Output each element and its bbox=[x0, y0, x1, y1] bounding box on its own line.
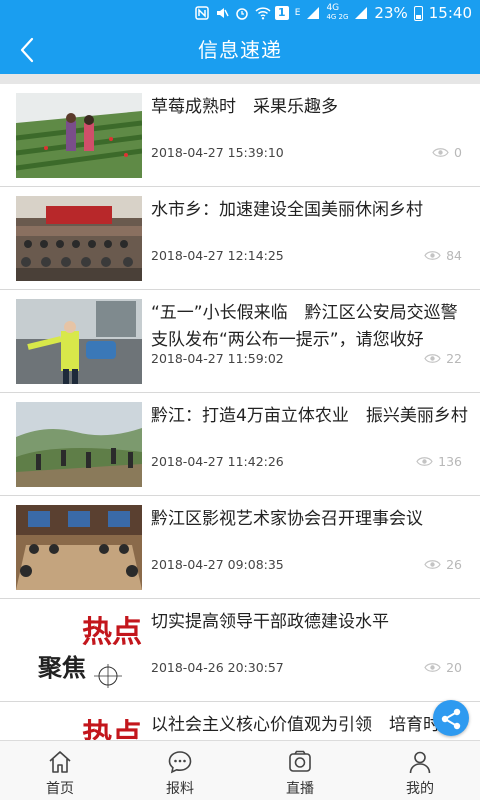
signal-icon-2 bbox=[354, 6, 368, 20]
news-view-count: 136 bbox=[438, 454, 462, 469]
news-time: 2018-04-27 12:14:25 bbox=[151, 248, 284, 263]
edge-indicator: E bbox=[294, 7, 301, 18]
hotspot-logo: 热点 bbox=[82, 718, 142, 740]
eye-icon bbox=[424, 354, 441, 363]
news-title[interactable]: 黔江：打造4万亩立体农业 振兴美丽乡村 bbox=[151, 403, 469, 430]
news-views: 84 bbox=[424, 248, 462, 263]
news-views: 26 bbox=[424, 557, 462, 572]
news-thumbnail bbox=[16, 93, 142, 178]
nav-label: 首页 bbox=[46, 781, 74, 797]
eye-icon bbox=[416, 457, 433, 466]
nav-live[interactable]: 直播 bbox=[240, 741, 360, 800]
svg-text:热点: 热点 bbox=[82, 615, 142, 650]
news-thumbnail-logo: 热点 聚焦 bbox=[16, 608, 142, 693]
user-icon bbox=[409, 751, 431, 774]
news-view-count: 84 bbox=[446, 248, 462, 263]
nav-profile[interactable]: 我的 bbox=[360, 741, 480, 800]
news-title[interactable]: 黔江区影视艺术家协会召开理事会议 bbox=[151, 506, 469, 533]
network-type-top: 4G bbox=[326, 3, 340, 13]
news-views: 22 bbox=[424, 351, 462, 366]
news-view-count: 22 bbox=[446, 351, 462, 366]
news-title[interactable]: 切实提高领导干部政德建设水平 bbox=[151, 609, 469, 636]
wifi-icon bbox=[255, 6, 271, 20]
news-thumbnail-logo: 热点 bbox=[16, 711, 142, 740]
news-list[interactable]: 草莓成熟时 采果乐趣多 2018-04-27 15:39:10 0 水市乡：加速… bbox=[0, 84, 480, 740]
news-title[interactable]: 草莓成熟时 采果乐趣多 bbox=[151, 94, 469, 121]
news-item[interactable]: 黔江区影视艺术家协会召开理事会议 2018-04-27 09:08:35 26 bbox=[0, 496, 480, 599]
news-view-count: 26 bbox=[446, 557, 462, 572]
svg-text:聚焦: 聚焦 bbox=[37, 653, 86, 682]
eye-icon bbox=[432, 148, 449, 157]
news-time: 2018-04-26 20:30:57 bbox=[151, 660, 284, 675]
nav-report[interactable]: 报料 bbox=[120, 741, 240, 800]
news-item[interactable]: 热点 聚焦 切实提高领导干部政德建设水平 2018-04-26 20:30:57… bbox=[0, 599, 480, 702]
news-time: 2018-04-27 11:59:02 bbox=[151, 351, 284, 366]
alarm-icon bbox=[235, 6, 249, 20]
page-title: 信息速递 bbox=[198, 38, 282, 62]
news-thumbnail bbox=[16, 402, 142, 487]
battery-percent: 23% bbox=[374, 4, 408, 22]
eye-icon bbox=[424, 560, 441, 569]
svg-text:热点: 热点 bbox=[82, 718, 142, 740]
app-header: 信息速递 bbox=[0, 26, 480, 74]
clock: 15:40 bbox=[428, 4, 472, 22]
nav-label: 直播 bbox=[286, 781, 314, 797]
news-title[interactable]: 水市乡：加速建设全国美丽休闲乡村 bbox=[151, 197, 469, 224]
news-time: 2018-04-27 15:39:10 bbox=[151, 145, 284, 160]
news-title[interactable]: 以社会主义核心价值观为引领 培育时代重庆人文精神 bbox=[151, 712, 469, 740]
news-item[interactable]: 黔江：打造4万亩立体农业 振兴美丽乡村 2018-04-27 11:42:26 … bbox=[0, 393, 480, 496]
news-time: 2018-04-27 09:08:35 bbox=[151, 557, 284, 572]
news-item[interactable]: 草莓成熟时 采果乐趣多 2018-04-27 15:39:10 0 bbox=[0, 84, 480, 187]
news-views: 20 bbox=[424, 660, 462, 675]
news-view-count: 0 bbox=[454, 145, 462, 160]
network-type-bottom: 4G 2G bbox=[326, 13, 349, 21]
share-button[interactable] bbox=[433, 700, 469, 736]
news-views: 136 bbox=[416, 454, 462, 469]
home-icon bbox=[49, 751, 71, 773]
news-time: 2018-04-27 11:42:26 bbox=[151, 454, 284, 469]
news-item[interactable]: “五一”小长假来临 黔江区公安局交巡警支队发布“两公布一提示”，请您收好 201… bbox=[0, 290, 480, 393]
news-view-count: 20 bbox=[446, 660, 462, 675]
notification-badge: 1 bbox=[274, 6, 289, 20]
nfc-icon bbox=[195, 6, 209, 20]
signal-icon bbox=[306, 6, 320, 20]
battery-icon bbox=[413, 5, 423, 21]
bottom-navigation: 首页 报料 直播 我的 bbox=[0, 740, 480, 800]
hotspot-logo: 热点 聚焦 bbox=[37, 615, 142, 688]
nav-home[interactable]: 首页 bbox=[0, 741, 120, 800]
news-thumbnail bbox=[16, 505, 142, 590]
share-icon bbox=[441, 708, 461, 730]
news-views: 0 bbox=[432, 145, 462, 160]
header-divider bbox=[0, 74, 480, 84]
news-thumbnail bbox=[16, 299, 142, 384]
status-bar: 1 E 4G 4G 2G 23% 15:40 bbox=[0, 0, 480, 26]
news-item[interactable]: 热点 以社会主义核心价值观为引领 培育时代重庆人文精神 bbox=[0, 702, 480, 740]
chat-bubble-icon bbox=[168, 751, 192, 774]
news-title[interactable]: “五一”小长假来临 黔江区公安局交巡警支队发布“两公布一提示”，请您收好 bbox=[151, 300, 469, 354]
nav-label: 我的 bbox=[406, 781, 434, 797]
eye-icon bbox=[424, 663, 441, 672]
nav-label: 报料 bbox=[166, 781, 194, 797]
eye-icon bbox=[424, 251, 441, 260]
news-thumbnail bbox=[16, 196, 142, 281]
mute-icon bbox=[215, 6, 229, 20]
news-item[interactable]: 水市乡：加速建设全国美丽休闲乡村 2018-04-27 12:14:25 84 bbox=[0, 187, 480, 290]
camera-icon bbox=[289, 750, 311, 772]
network-type: 4G 4G 2G bbox=[326, 4, 348, 22]
